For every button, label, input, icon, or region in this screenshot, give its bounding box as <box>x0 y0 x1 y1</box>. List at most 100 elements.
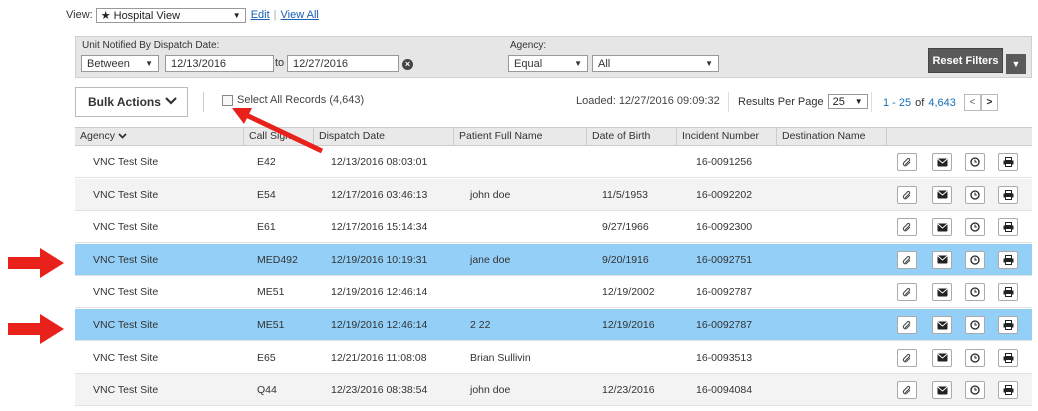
edit-view-link[interactable]: Edit <box>251 9 270 21</box>
table-row[interactable]: VNC Test Site ME51 12/19/2016 12:46:14 12/1… <box>75 276 1032 309</box>
header-agency[interactable]: Agency <box>75 128 243 145</box>
print-button[interactable] <box>998 185 1018 204</box>
chevron-down-icon <box>165 96 177 108</box>
attach-button[interactable] <box>897 218 917 237</box>
clock-button[interactable] <box>965 348 985 367</box>
clock-button[interactable] <box>965 283 985 302</box>
chevron-down-icon: ▼ <box>1011 59 1021 69</box>
date-to-input[interactable]: 12/27/2016 <box>287 55 399 72</box>
agency-operator-select[interactable]: Equal ▼ <box>508 55 588 72</box>
divider <box>728 92 729 112</box>
cell-agency: VNC Test Site <box>93 188 159 201</box>
bulk-actions-button[interactable]: Bulk Actions <box>75 87 188 117</box>
envelope-button[interactable] <box>932 316 952 334</box>
clock-button[interactable] <box>965 316 985 334</box>
clear-date-icon[interactable]: × <box>402 59 413 70</box>
header-incident-number[interactable]: Incident Number <box>676 128 776 145</box>
clock-button[interactable] <box>965 250 985 269</box>
envelope-button[interactable] <box>932 185 952 204</box>
pagination: 1 - 25 of 4,643 < > <box>883 94 998 111</box>
chevron-down-icon: ▼ <box>145 59 153 68</box>
next-page-button[interactable]: > <box>980 94 998 111</box>
attach-button[interactable] <box>897 348 917 367</box>
table-row[interactable]: VNC Test Site Q44 12/23/2016 08:38:54 john … <box>75 374 1032 407</box>
clock-icon <box>970 352 980 363</box>
cell-agency: VNC Test Site <box>93 253 159 266</box>
cell-dispatch-date: 12/23/2016 08:38:54 <box>331 384 428 397</box>
table-row[interactable]: VNC Test Site E42 12/13/2016 08:03:01 16-00… <box>75 146 1032 178</box>
cell-incident-number: 16-0092300 <box>696 221 753 234</box>
table-header: Agency Call Sign Dispatch Date Patient F… <box>75 127 1032 146</box>
clock-button[interactable] <box>965 185 985 204</box>
envelope-button[interactable] <box>932 153 952 171</box>
cell-agency: VNC Test Site <box>93 286 159 299</box>
cell-incident-number: 16-0094084 <box>696 384 753 397</box>
link-divider: | <box>273 9 277 21</box>
envelope-button[interactable] <box>932 348 952 367</box>
clock-button[interactable] <box>965 381 985 400</box>
table-row[interactable]: VNC Test Site MED492 12/19/2016 10:19:31 ja… <box>75 243 1032 276</box>
cell-call-sign: ME51 <box>257 319 285 331</box>
header-dob[interactable]: Date of Birth <box>586 128 676 145</box>
header-dispatch-date[interactable]: Dispatch Date <box>313 128 453 145</box>
envelope-button[interactable] <box>932 250 952 269</box>
header-actions <box>886 128 1032 145</box>
table-row[interactable]: VNC Test Site E61 12/17/2016 15:14:34 9/27/… <box>75 211 1032 244</box>
pager-range: 1 - 25 <box>883 96 912 109</box>
table-row[interactable]: VNC Test Site E54 12/17/2016 03:46:13 john … <box>75 178 1032 211</box>
date-operator-select[interactable]: Between ▼ <box>81 55 159 72</box>
envelope-button[interactable] <box>932 381 952 400</box>
header-patient-name[interactable]: Patient Full Name <box>453 128 586 145</box>
envelope-icon <box>936 321 948 330</box>
print-button[interactable] <box>998 348 1018 367</box>
agency-value: All <box>598 57 611 70</box>
cell-agency: VNC Test Site <box>93 221 159 234</box>
date-from-value: 12/13/2016 <box>171 57 227 70</box>
results-per-page-label: Results Per Page <box>738 95 824 108</box>
agency-value-select[interactable]: All ▼ <box>592 55 719 72</box>
agency-filter-label: Agency: <box>510 40 547 51</box>
results-per-page-select[interactable]: 25 ▼ <box>827 94 868 109</box>
envelope-button[interactable] <box>932 283 952 302</box>
print-button[interactable] <box>998 283 1018 302</box>
cell-dispatch-date: 12/17/2016 15:14:34 <box>331 221 428 234</box>
attach-button[interactable] <box>897 185 917 204</box>
attach-button[interactable] <box>897 381 917 400</box>
date-from-input[interactable]: 12/13/2016 <box>165 55 274 72</box>
envelope-icon <box>936 288 948 297</box>
cell-incident-number: 16-0092751 <box>696 253 753 266</box>
view-select-value: ★ Hospital View <box>100 9 181 22</box>
attach-button[interactable] <box>897 153 917 171</box>
cell-dob: 12/19/2016 <box>602 319 655 331</box>
attach-button[interactable] <box>897 316 917 334</box>
print-button[interactable] <box>998 316 1018 334</box>
chevron-right-icon: > <box>986 97 993 108</box>
attach-button[interactable] <box>897 283 917 302</box>
clock-button[interactable] <box>965 218 985 237</box>
print-button[interactable] <box>998 381 1018 400</box>
envelope-button[interactable] <box>932 218 952 237</box>
cell-dob: 9/20/1916 <box>602 253 649 266</box>
print-button[interactable] <box>998 153 1018 171</box>
table-row[interactable]: VNC Test Site ME51 12/19/2016 12:46:14 2 22… <box>75 309 1032 341</box>
header-destination-name[interactable]: Destination Name <box>776 128 886 145</box>
print-button[interactable] <box>998 250 1018 269</box>
view-all-link[interactable]: View All <box>281 9 319 21</box>
print-icon <box>1003 352 1014 363</box>
table-row[interactable]: VNC Test Site E65 12/21/2016 11:08:08 Brian… <box>75 342 1032 374</box>
attach-icon <box>902 190 912 200</box>
print-icon <box>1003 385 1014 396</box>
pager-total: 4,643 <box>928 96 956 109</box>
filter-panel: Unit Notified By Dispatch Date: Between … <box>75 36 1032 78</box>
clock-button[interactable] <box>965 153 985 171</box>
cell-call-sign: Q44 <box>257 384 277 397</box>
filter-options-toggle[interactable]: ▼ <box>1006 54 1026 74</box>
reset-filters-button[interactable]: Reset Filters <box>928 48 1003 73</box>
print-button[interactable] <box>998 218 1018 237</box>
chevron-down-icon: ▼ <box>574 59 582 68</box>
attach-button[interactable] <box>897 250 917 269</box>
prev-page-button[interactable]: < <box>963 94 981 111</box>
view-select[interactable]: ★ Hospital View ▼ <box>95 7 246 23</box>
cell-dob: 12/23/2016 <box>602 384 655 397</box>
cell-dispatch-date: 12/19/2016 10:19:31 <box>331 253 428 266</box>
